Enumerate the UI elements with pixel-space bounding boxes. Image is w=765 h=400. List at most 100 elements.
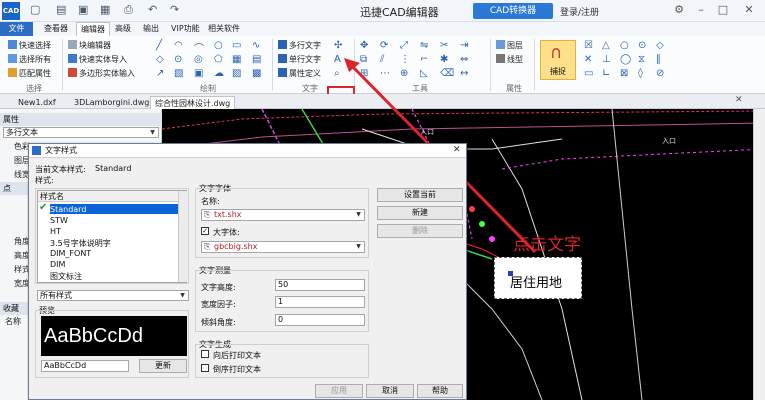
cancel-button[interactable]: 取消 bbox=[366, 384, 414, 398]
tab-output[interactable]: 输出 bbox=[139, 22, 163, 36]
rect-icon[interactable]: ▭ bbox=[232, 40, 241, 51]
text-find-icon[interactable]: ⌕ bbox=[334, 68, 340, 79]
hatch-icon[interactable]: ▦ bbox=[232, 54, 241, 65]
tab-viewer[interactable]: 查看器 bbox=[40, 22, 72, 36]
text-style-icon[interactable]: A bbox=[334, 54, 341, 65]
fillet-icon[interactable]: ⌐ bbox=[420, 54, 428, 65]
tab-editor[interactable]: 编辑器 bbox=[76, 22, 110, 36]
style-item-dimfont[interactable]: DIM_FONT bbox=[50, 249, 91, 258]
oblique-angle-input[interactable]: 0 bbox=[275, 314, 365, 326]
snap-intersect-icon[interactable]: ✕ bbox=[584, 54, 592, 65]
circle-icon[interactable]: ○ bbox=[214, 40, 223, 51]
array-icon[interactable]: ⋮ bbox=[400, 54, 410, 65]
vertical-scrollbar[interactable] bbox=[753, 109, 765, 400]
cloud-icon[interactable]: ☁ bbox=[214, 68, 224, 79]
layer-button[interactable]: 图层 bbox=[496, 40, 523, 51]
image-icon[interactable]: ▩ bbox=[252, 68, 261, 79]
style-item-annot[interactable]: 图文标注 bbox=[50, 271, 82, 280]
bigfont-checkbox[interactable]: ✓ bbox=[201, 227, 209, 235]
upside-down-checkbox[interactable] bbox=[201, 364, 209, 372]
trim-icon[interactable]: ✂ bbox=[440, 40, 448, 51]
linetype-button[interactable]: 线型 bbox=[496, 54, 523, 65]
polyline-icon[interactable]: ⌒ bbox=[194, 40, 204, 55]
minimize-button[interactable]: – bbox=[694, 3, 708, 17]
lengthen-icon[interactable]: ↔ bbox=[460, 68, 468, 79]
explode-icon[interactable]: ✱ bbox=[440, 54, 448, 65]
update-preview-button[interactable]: 更新 bbox=[139, 359, 187, 373]
new-style-button[interactable]: 新建 bbox=[377, 206, 463, 220]
preview-text-input[interactable]: AaBbCcDd bbox=[41, 360, 129, 372]
style-item-ht[interactable]: HT bbox=[50, 227, 61, 236]
tab-file[interactable]: 文件 bbox=[0, 22, 33, 36]
snap-tangent-icon[interactable]: ◯ bbox=[620, 54, 631, 65]
print-icon[interactable]: ⎙ bbox=[124, 3, 133, 17]
maximize-button[interactable]: □ bbox=[716, 3, 730, 17]
doc-tab-garden[interactable]: 综合性园林设计.dwg bbox=[150, 96, 236, 109]
break-icon[interactable]: ⋯ bbox=[380, 68, 390, 79]
stretch-icon[interactable]: ⇔ bbox=[460, 54, 468, 65]
move-icon[interactable]: ✥ bbox=[360, 40, 368, 51]
quick-select-button[interactable]: 快速选择 bbox=[8, 40, 51, 51]
tab-related[interactable]: 相关软件 bbox=[204, 22, 244, 36]
offset-icon[interactable]: ⫽ bbox=[380, 54, 384, 65]
style-filter-select[interactable]: 所有样式 ▼ bbox=[37, 290, 189, 301]
style-item-stw[interactable]: STW bbox=[50, 216, 68, 225]
settings-icon[interactable]: ⚙ bbox=[672, 3, 686, 17]
block-editor-button[interactable]: 块编辑器 bbox=[68, 40, 111, 51]
region-icon[interactable]: ▣ bbox=[194, 68, 203, 79]
doc-tab-lamborgini[interactable]: 3DLamborgini.dwg bbox=[70, 96, 153, 109]
apply-button[interactable]: 应用 bbox=[315, 384, 363, 398]
snap-quadrant-icon[interactable]: ◇ bbox=[656, 40, 664, 51]
style-item-35[interactable]: 3.5号字体说明字 bbox=[50, 238, 111, 249]
gradient-icon[interactable]: ▨ bbox=[232, 68, 241, 79]
snap-center-icon[interactable]: ○ bbox=[620, 40, 629, 51]
style-list-header[interactable]: 样式名 bbox=[38, 191, 186, 202]
snap-node-icon[interactable]: ⊙ bbox=[638, 40, 646, 51]
open-file-icon[interactable]: ▤ bbox=[56, 3, 66, 16]
point-icon[interactable]: ⊙ bbox=[174, 54, 182, 65]
select-all-button[interactable]: 选择所有 bbox=[8, 54, 51, 65]
erase-icon[interactable]: ⌫ bbox=[440, 68, 454, 79]
save-icon[interactable]: ▣ bbox=[78, 3, 88, 16]
redo-icon[interactable]: ↷ bbox=[170, 3, 179, 16]
snap-perp-icon[interactable]: ∟ bbox=[602, 68, 610, 79]
style-item-dim[interactable]: DIM bbox=[50, 260, 65, 269]
snap-parallel-icon[interactable]: ∥ bbox=[656, 54, 661, 65]
cad-converter-button[interactable]: CAD转换器 bbox=[473, 3, 553, 19]
ellipse-icon[interactable]: ◇ bbox=[156, 54, 164, 65]
doc-tab-new1[interactable]: New1.dxf bbox=[14, 96, 60, 109]
tab-vip[interactable]: VIP功能 bbox=[167, 22, 204, 36]
font-name-select[interactable]: ⎘ txt.shx ▼ bbox=[201, 209, 365, 221]
tab-advanced[interactable]: 高级 bbox=[111, 22, 135, 36]
scale-icon[interactable]: ⤢ bbox=[400, 40, 408, 51]
polygon-icon[interactable]: ⬠ bbox=[214, 54, 223, 65]
delete-style-button[interactable]: 删除 bbox=[377, 224, 463, 238]
copy-icon[interactable]: ⧉ bbox=[360, 54, 367, 65]
table-icon[interactable]: ▤ bbox=[252, 54, 261, 65]
help-button[interactable]: 帮助 bbox=[417, 384, 463, 398]
set-current-button[interactable]: 设置当前 bbox=[377, 188, 463, 202]
bigfont-select[interactable]: ⎘ gbcbig.shx ▼ bbox=[201, 241, 365, 253]
login-link[interactable]: 登录/注册 bbox=[560, 5, 599, 18]
join-icon[interactable]: ⊕ bbox=[400, 68, 408, 79]
snap-near-icon[interactable]: ⧖ bbox=[638, 54, 645, 65]
rotate-icon[interactable]: ⟳ bbox=[380, 40, 388, 51]
snap-midpoint-icon[interactable]: △ bbox=[602, 40, 610, 51]
style-list[interactable]: 样式名 ✔ Standard STW HT 3.5号字体说明字 DIM_FONT… bbox=[37, 190, 187, 283]
snap-insert-icon[interactable]: ▭ bbox=[584, 68, 593, 79]
snap-apparent-icon[interactable]: ⊠ bbox=[620, 68, 628, 79]
line-icon[interactable]: ╱ bbox=[156, 40, 162, 51]
wipeout-icon[interactable]: ▧ bbox=[174, 68, 183, 79]
dialog-close-icon[interactable]: ✕ bbox=[453, 145, 461, 155]
close-button[interactable]: ✕ bbox=[742, 3, 756, 17]
measure-icon[interactable]: ⊞ bbox=[360, 68, 368, 79]
ray-icon[interactable]: ↗ bbox=[156, 68, 164, 79]
chamfer-icon[interactable]: ◺ bbox=[420, 68, 428, 79]
text-height-input[interactable]: 50 bbox=[275, 279, 365, 291]
spline-icon[interactable]: ∿ bbox=[252, 40, 260, 51]
single-text-button[interactable]: 单行文字 bbox=[278, 54, 321, 65]
undo-icon[interactable]: ↶ bbox=[148, 3, 157, 16]
mtext-button[interactable]: 多行文字 bbox=[278, 40, 321, 51]
mirror-icon[interactable]: ⇋ bbox=[420, 40, 428, 51]
snap-ext-icon[interactable]: ⊥ bbox=[602, 54, 611, 65]
